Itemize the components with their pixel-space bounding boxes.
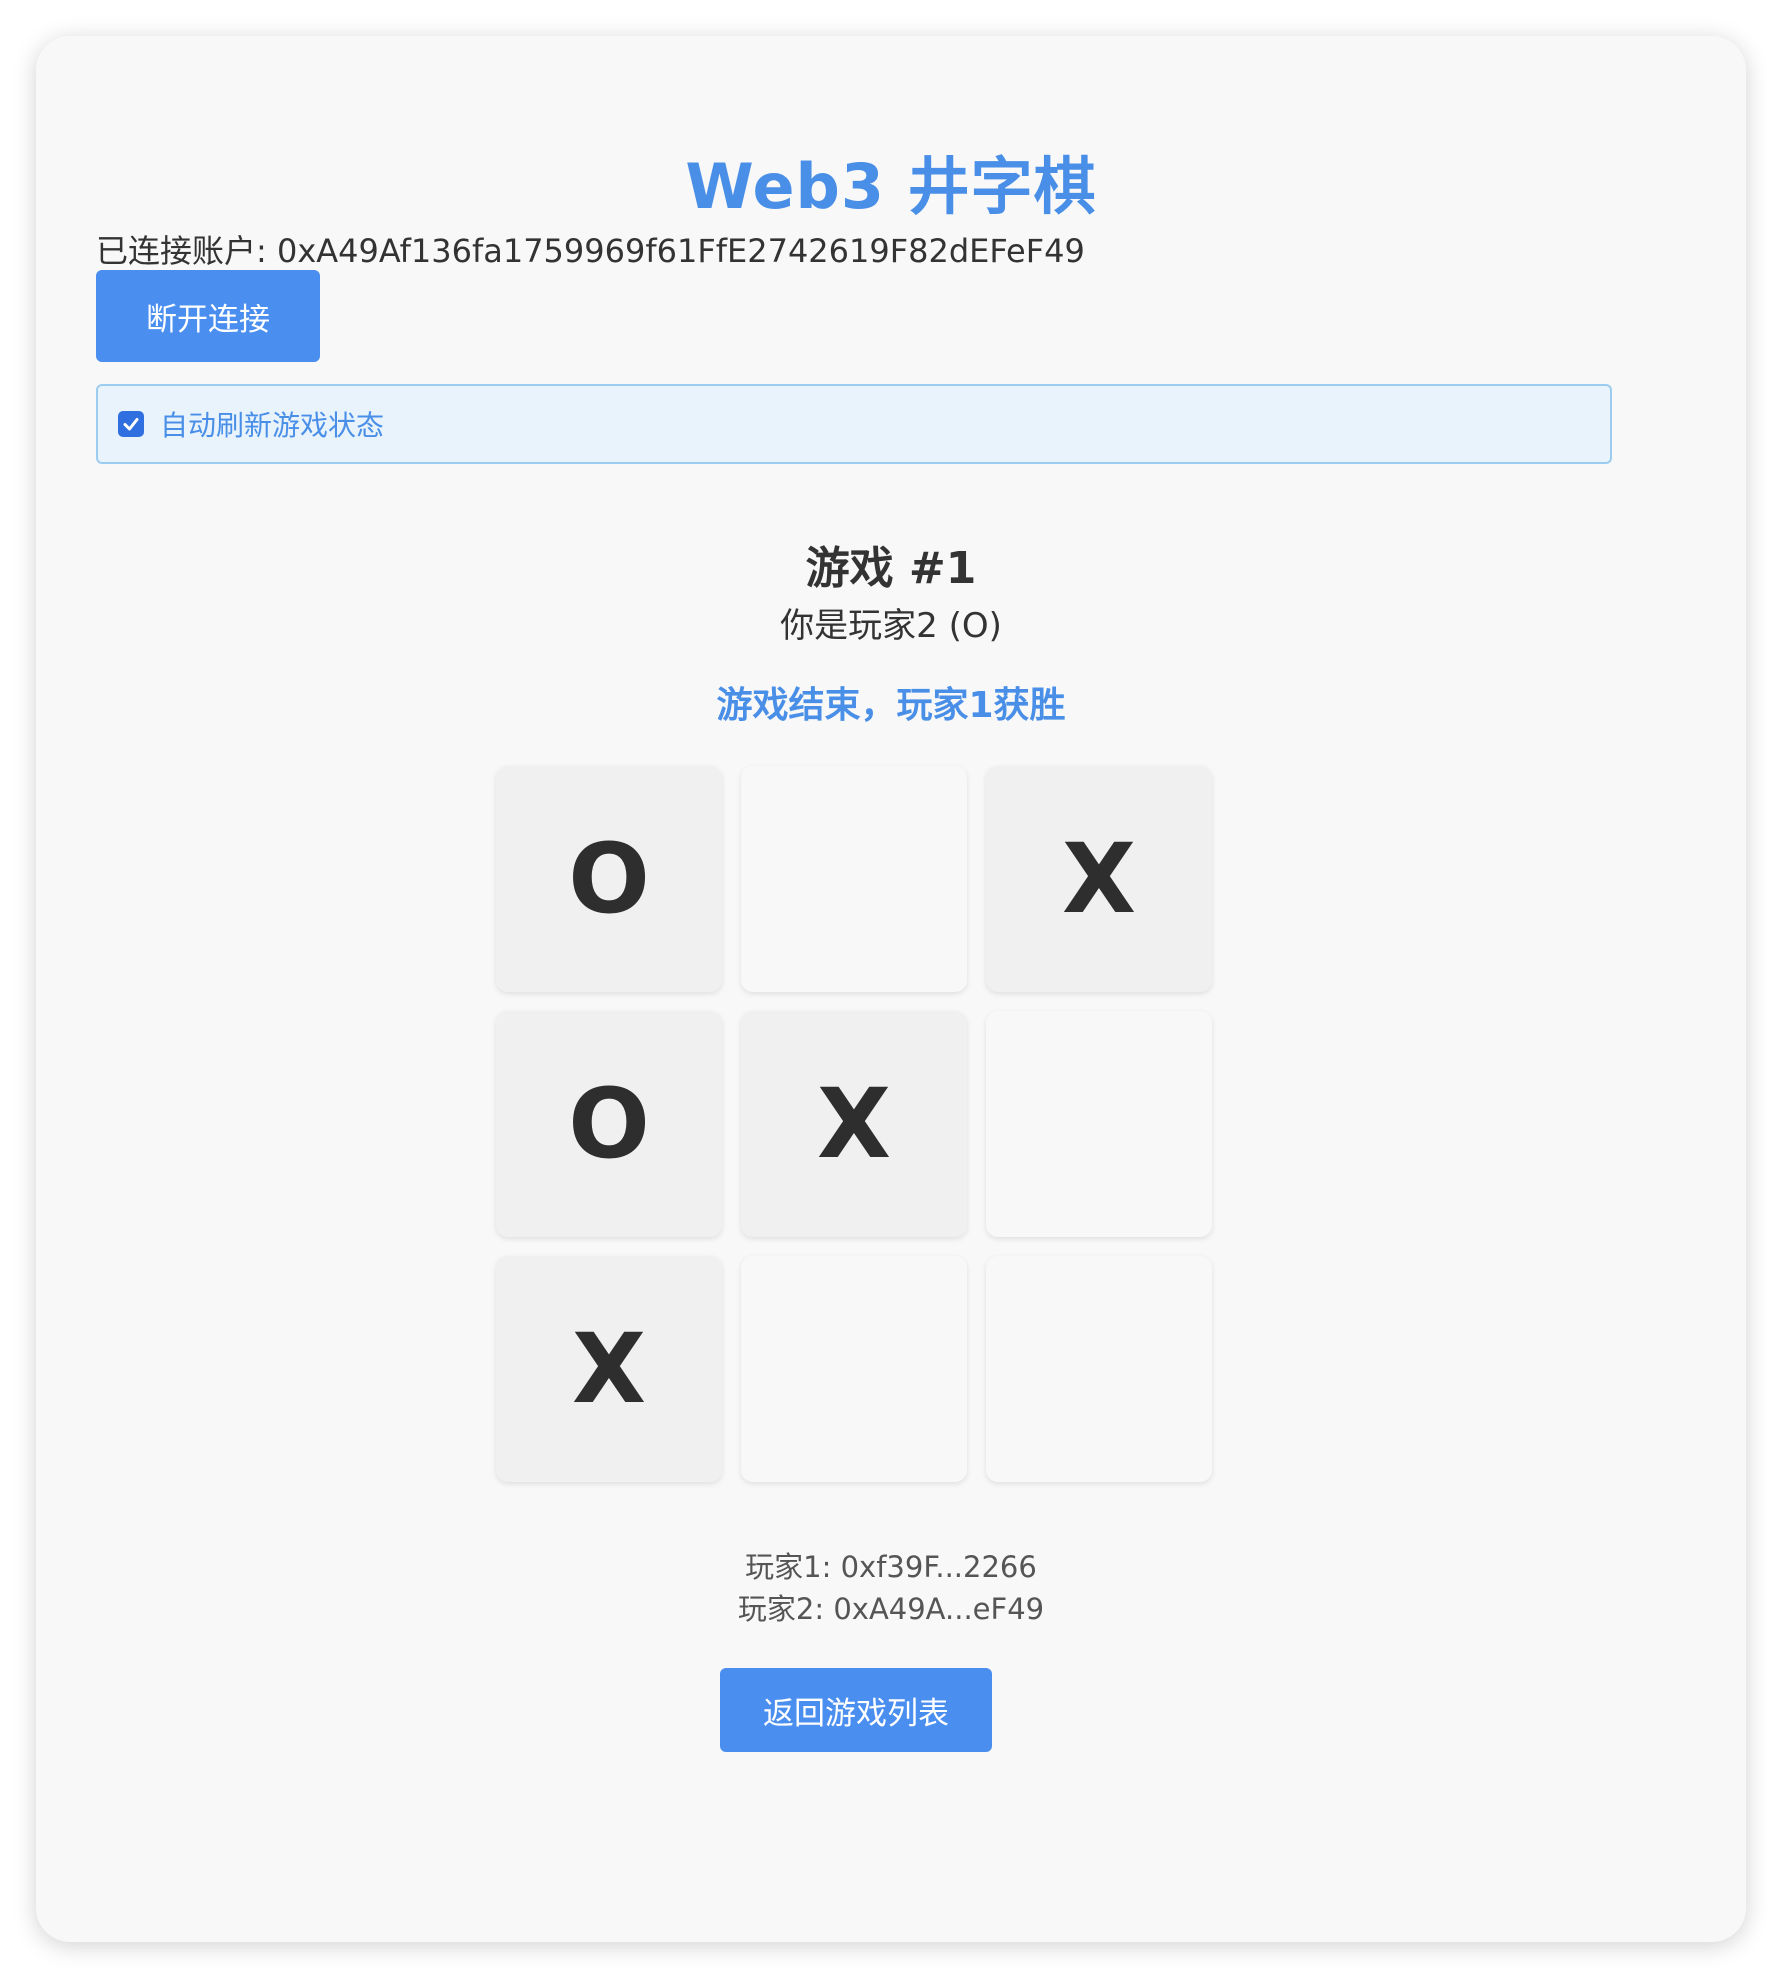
game-card: Web3 井字棋 已连接账户: 0xA49Af136fa1759969f61Ff…	[36, 36, 1746, 1942]
board-cell-2[interactable]: X	[986, 766, 1212, 992]
connected-account: 已连接账户: 0xA49Af136fa1759969f61FfE2742619F…	[96, 232, 1085, 270]
auto-refresh-panel: 自动刷新游戏状态	[96, 384, 1612, 464]
disconnect-button[interactable]: 断开连接	[96, 270, 320, 362]
players-info: 玩家1: 0xf39F...2266 玩家2: 0xA49A...eF49	[36, 1546, 1746, 1630]
board-cell-0[interactable]: O	[496, 766, 722, 992]
game-board: O X O X X	[496, 766, 1232, 1502]
board-cell-8[interactable]	[986, 1256, 1212, 1482]
auto-refresh-label[interactable]: 自动刷新游戏状态	[160, 404, 384, 444]
auto-refresh-checkbox[interactable]	[118, 411, 144, 437]
board-cell-4[interactable]: X	[741, 1011, 967, 1237]
game-title: 游戏 #1	[805, 543, 977, 594]
board-cell-5[interactable]	[986, 1011, 1212, 1237]
board-cell-1[interactable]	[741, 766, 967, 992]
back-to-list-button[interactable]: 返回游戏列表	[720, 1668, 992, 1752]
page-title: Web3 井字棋	[685, 150, 1097, 223]
player-role: 你是玩家2 (O)	[780, 606, 1002, 646]
board-cell-6[interactable]: X	[496, 1256, 722, 1482]
player2-address: 玩家2: 0xA49A...eF49	[737, 1592, 1045, 1626]
player1-address: 玩家1: 0xf39F...2266	[745, 1550, 1037, 1584]
game-status: 游戏结束，玩家1获胜	[716, 685, 1066, 726]
board-cell-3[interactable]: O	[496, 1011, 722, 1237]
checkmark-icon	[123, 418, 139, 431]
board-cell-7[interactable]	[741, 1256, 967, 1482]
